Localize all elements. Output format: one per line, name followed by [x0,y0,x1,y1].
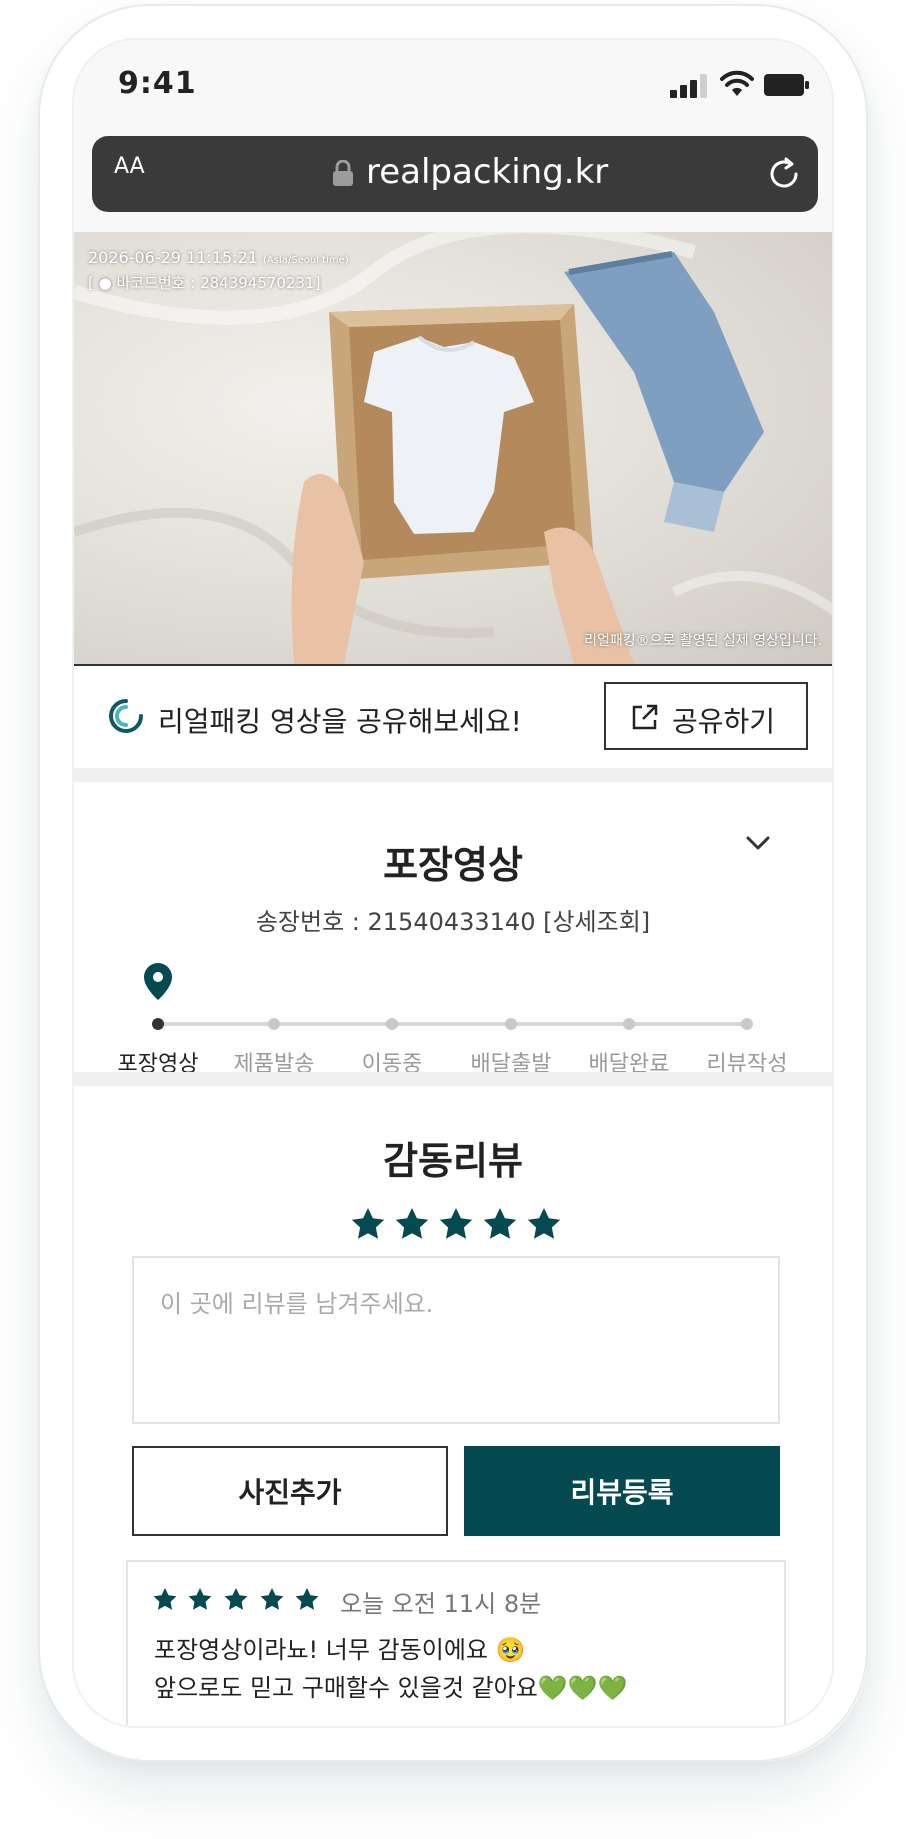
star-icon [153,1588,177,1610]
timezone-text: (Asia/Seoul time) [263,255,349,266]
star-icon [224,1588,248,1610]
reload-icon[interactable] [766,156,802,192]
invoice-number[interactable]: 송장번호 : 21540433140 [상세조회] [74,902,832,937]
review-stars [153,1588,319,1610]
progress-track [158,1022,752,1026]
review-title: 감동리뷰 [383,1139,523,1183]
status-time: 9:41 [118,66,197,101]
review-text-line: 앞으로도 믿고 구매할수 있을것 같아요💚💚💚 [154,1674,628,1702]
lock-icon [333,160,353,186]
review-timestamp: 오늘 오전 11시 8분 [340,1590,542,1618]
share-button-label: 공유하기 [672,705,776,738]
phone-screen: 9:41 AA realpacking.kr 2026-06-29 11:15:… [72,38,834,1728]
step-dot [505,1018,517,1030]
review-text-line: 포장영상이라뇨! 너무 감동이에요 🥹 [154,1636,526,1664]
packing-video[interactable]: 2026-06-29 11:15:21 (Asia/Seoul time) [ … [74,232,832,664]
step-dot [386,1018,398,1030]
realpacking-logo-icon [109,699,143,733]
star-icon [395,1208,429,1239]
signal-icon [670,74,710,98]
chevron-down-icon[interactable] [742,826,774,858]
add-photo-button[interactable]: 사진추가 [132,1446,448,1536]
video-timestamp: 2026-06-29 11:15:21 (Asia/Seoul time) [88,248,349,267]
url-text: realpacking.kr [366,152,609,192]
text-size-label: AA [114,154,145,179]
review-section: 감동리뷰 사진추가 리뷰등록 오늘 오 [74,1086,832,1726]
video-scene [74,232,832,664]
star-icon [351,1208,385,1239]
star-rating-input[interactable] [346,1204,566,1244]
submit-review-button[interactable]: 리뷰등록 [464,1446,780,1536]
review-card: 오늘 오전 11시 8분 포장영상이라뇨! 너무 감동이에요 🥹 앞으로도 믿고… [126,1560,786,1726]
section-divider [74,768,832,782]
share-row: 리얼패킹 영상을 공유해보세요! 공유하기 [74,664,832,768]
video-caption: 리얼패킹®으로 촬영된 실제 영상입니다. [584,633,822,649]
share-button[interactable]: 공유하기 [604,682,808,750]
star-icon [188,1588,212,1610]
star-icon [527,1208,561,1239]
step-dot [152,1018,164,1030]
step-dot [623,1018,635,1030]
star-icon [439,1208,473,1239]
review-input[interactable] [132,1256,780,1424]
star-icon [260,1588,284,1610]
status-bar: 9:41 [74,40,832,130]
star-icon [295,1588,319,1610]
text-size-button[interactable]: AA [114,154,145,179]
packing-section: 포장영상 송장번호 : 21540433140 [상세조회] 포장영상 제품발송… [74,782,832,1077]
section-divider [74,1072,832,1086]
external-link-icon [632,704,658,730]
star-icon [483,1208,517,1239]
step-dot [268,1018,280,1030]
step-dot [741,1018,753,1030]
wifi-icon [720,70,754,96]
share-prompt: 리얼패킹 영상을 공유해보세요! [158,705,522,738]
location-pin-icon [144,963,172,1000]
barcode-label: [ ● 바코드번호 : 284394570231] [88,274,321,292]
packing-title: 포장영상 [383,843,523,887]
battery-icon [764,74,809,96]
timestamp-text: 2026-06-29 11:15:21 [88,248,258,267]
address-bar[interactable]: AA realpacking.kr [92,136,818,212]
